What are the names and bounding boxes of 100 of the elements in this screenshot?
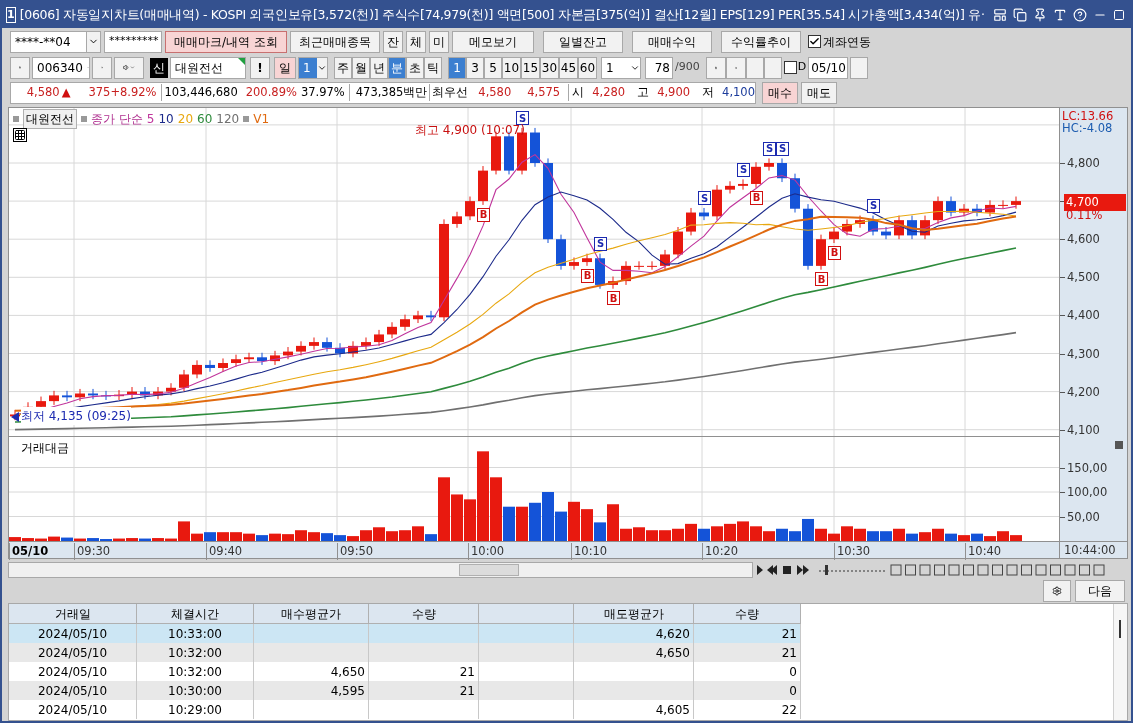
toolbar-button[interactable]: 최근매매종목 — [289, 30, 380, 53]
buy-marker: B — [815, 272, 828, 287]
copy-icon[interactable] — [1012, 8, 1027, 22]
account-combo[interactable]: ****-**04 — [10, 30, 101, 53]
volume-axis-label: 50,00 — [1067, 508, 1100, 526]
period-tab[interactable]: 월 — [352, 56, 370, 79]
period-tab[interactable]: 주 — [334, 56, 352, 79]
toolbar-button[interactable]: 수익률추이 — [720, 30, 801, 53]
ma-period-label: 20 — [177, 111, 194, 128]
current-price-tag: 4,700 — [1064, 194, 1126, 212]
horizontal-scrollbar[interactable] — [8, 562, 753, 578]
high-text: 4,900 — [657, 83, 691, 101]
count-max-label: /900 — [675, 59, 700, 76]
table-row[interactable]: 2024/05/10 10:33:00 4,620 21 — [9, 624, 801, 643]
best-bid-text: 4,575 — [527, 83, 561, 101]
interval-tab[interactable]: 45 — [559, 56, 578, 79]
font-icon[interactable] — [1052, 8, 1067, 22]
toolbar-button[interactable]: 메모보기 — [451, 30, 534, 53]
table-cell-text: 10:32:00 — [168, 644, 222, 662]
interval-tab[interactable]: 1 — [448, 56, 466, 79]
table-row[interactable]: 2024/05/10 10:30:00 4,595 21 0 — [9, 681, 801, 700]
time-axis-label: 09:50 — [337, 543, 374, 561]
table-cell-text: 4,620 — [655, 625, 690, 643]
vertical-scrollbar[interactable] — [1113, 604, 1127, 720]
sell-marker: S — [594, 236, 607, 251]
checkbox[interactable] — [807, 35, 821, 48]
table-cell-text: 10:33:00 — [168, 625, 222, 643]
alert-button[interactable]: ! — [250, 56, 270, 79]
volume-text: 103,446,680 — [160, 83, 238, 102]
maximize-icon[interactable] — [1112, 9, 1125, 21]
buy-marker: B — [477, 207, 490, 222]
interval-combo[interactable]: 1 — [601, 56, 641, 79]
price-text: 4,580 — [25, 83, 60, 101]
zoom-slider-icon[interactable] — [817, 563, 887, 577]
period-tab[interactable]: 분 — [388, 56, 406, 79]
period-tab[interactable]: 틱 — [424, 56, 442, 79]
date-field[interactable]: 05/10 — [808, 56, 849, 79]
period-tab[interactable]: 년 — [370, 56, 388, 79]
table-cell-text: 21 — [781, 625, 797, 643]
layout-icon[interactable] — [992, 8, 1007, 22]
best-price-label: 최우선 — [429, 83, 469, 102]
password-field[interactable]: ********* — [104, 30, 162, 53]
pin-icon[interactable] — [1032, 8, 1047, 22]
period-tab[interactable]: 초 — [406, 56, 424, 79]
high-label: 고 — [637, 83, 650, 101]
best-ask-text: 4,580 — [478, 83, 512, 101]
interval-tab[interactable]: 60 — [578, 56, 597, 79]
interval-tab[interactable]: 15 — [521, 56, 540, 79]
time-axis-label: 10:30 — [834, 543, 871, 561]
help-icon[interactable] — [1072, 8, 1087, 22]
checkbox[interactable] — [783, 61, 797, 74]
next-button[interactable]: 다음 — [1075, 580, 1125, 602]
table-cell-text: 4,650 — [655, 644, 690, 662]
buy-button[interactable]: 매수 — [762, 81, 798, 104]
toolbar-button[interactable]: 미 — [428, 30, 449, 53]
time-axis-label: 09:40 — [206, 543, 243, 561]
table-icon[interactable] — [13, 128, 27, 142]
legend-square-icon — [243, 116, 250, 122]
interval-tab[interactable]: 30 — [540, 56, 559, 79]
day-button[interactable]: 일 — [274, 56, 296, 79]
indicator-label: V1 — [253, 111, 270, 128]
toolbar-button[interactable]: 일별잔고 — [542, 30, 623, 53]
change-percent-text: +8.92% — [110, 83, 157, 101]
table-cell-text: 4,595 — [330, 682, 365, 700]
toolbar-button[interactable]: 매매마크/내역 조회 — [165, 30, 287, 53]
price-axis-label: 4,500 — [1067, 269, 1100, 287]
interval-tab[interactable]: 10 — [502, 56, 521, 79]
toolbar-button[interactable]: 체 — [405, 30, 426, 53]
interval-tab[interactable]: 5 — [484, 56, 502, 79]
sell-button[interactable]: 매도 — [801, 81, 837, 104]
table-cell-text: 21 — [459, 663, 475, 681]
time-axis-label: 10:40 — [965, 543, 1002, 561]
stock-code-combo[interactable]: 006340 — [32, 56, 90, 79]
table-cell-text: 4,650 — [330, 663, 365, 681]
buy-marker: B — [828, 245, 841, 260]
buy-marker: B — [750, 190, 763, 205]
ma-period-label: 120 — [216, 111, 240, 128]
day-count-combo[interactable]: 1 — [298, 56, 328, 79]
checkbox-label: D — [797, 59, 807, 76]
count-field[interactable]: 78 — [645, 56, 673, 79]
price-axis-label: 4,600 — [1067, 231, 1100, 249]
toolbar-button[interactable]: 잔 — [382, 30, 403, 53]
turnover-text: 37.97% — [300, 83, 345, 101]
table-cell-text: 4,605 — [655, 701, 690, 719]
low-text: 4,100 — [722, 83, 755, 101]
sell-marker: S — [776, 141, 789, 156]
volume-axis-label: 150,00 — [1067, 459, 1108, 477]
change-text: 375 — [87, 83, 111, 101]
ma-type-label: 종가 단순 — [91, 111, 143, 128]
interval-tab[interactable]: 3 — [466, 56, 484, 79]
legend-square-icon — [13, 116, 19, 122]
sell-marker: S — [867, 198, 880, 213]
checkbox-label: 계좌연동 — [822, 33, 871, 51]
table-cell-text: 2024/05/10 — [37, 701, 108, 719]
price-axis-label: 4,800 — [1067, 155, 1100, 172]
table-row[interactable]: 2024/05/10 10:32:00 4,650 21 — [9, 643, 801, 662]
stock-name-field[interactable]: 대원전선 — [170, 56, 246, 79]
toolbar-button[interactable]: 매매수익 — [631, 30, 712, 53]
ma-period-label: 60 — [197, 111, 213, 128]
volume-ratio-text: 200.89% — [245, 83, 297, 101]
